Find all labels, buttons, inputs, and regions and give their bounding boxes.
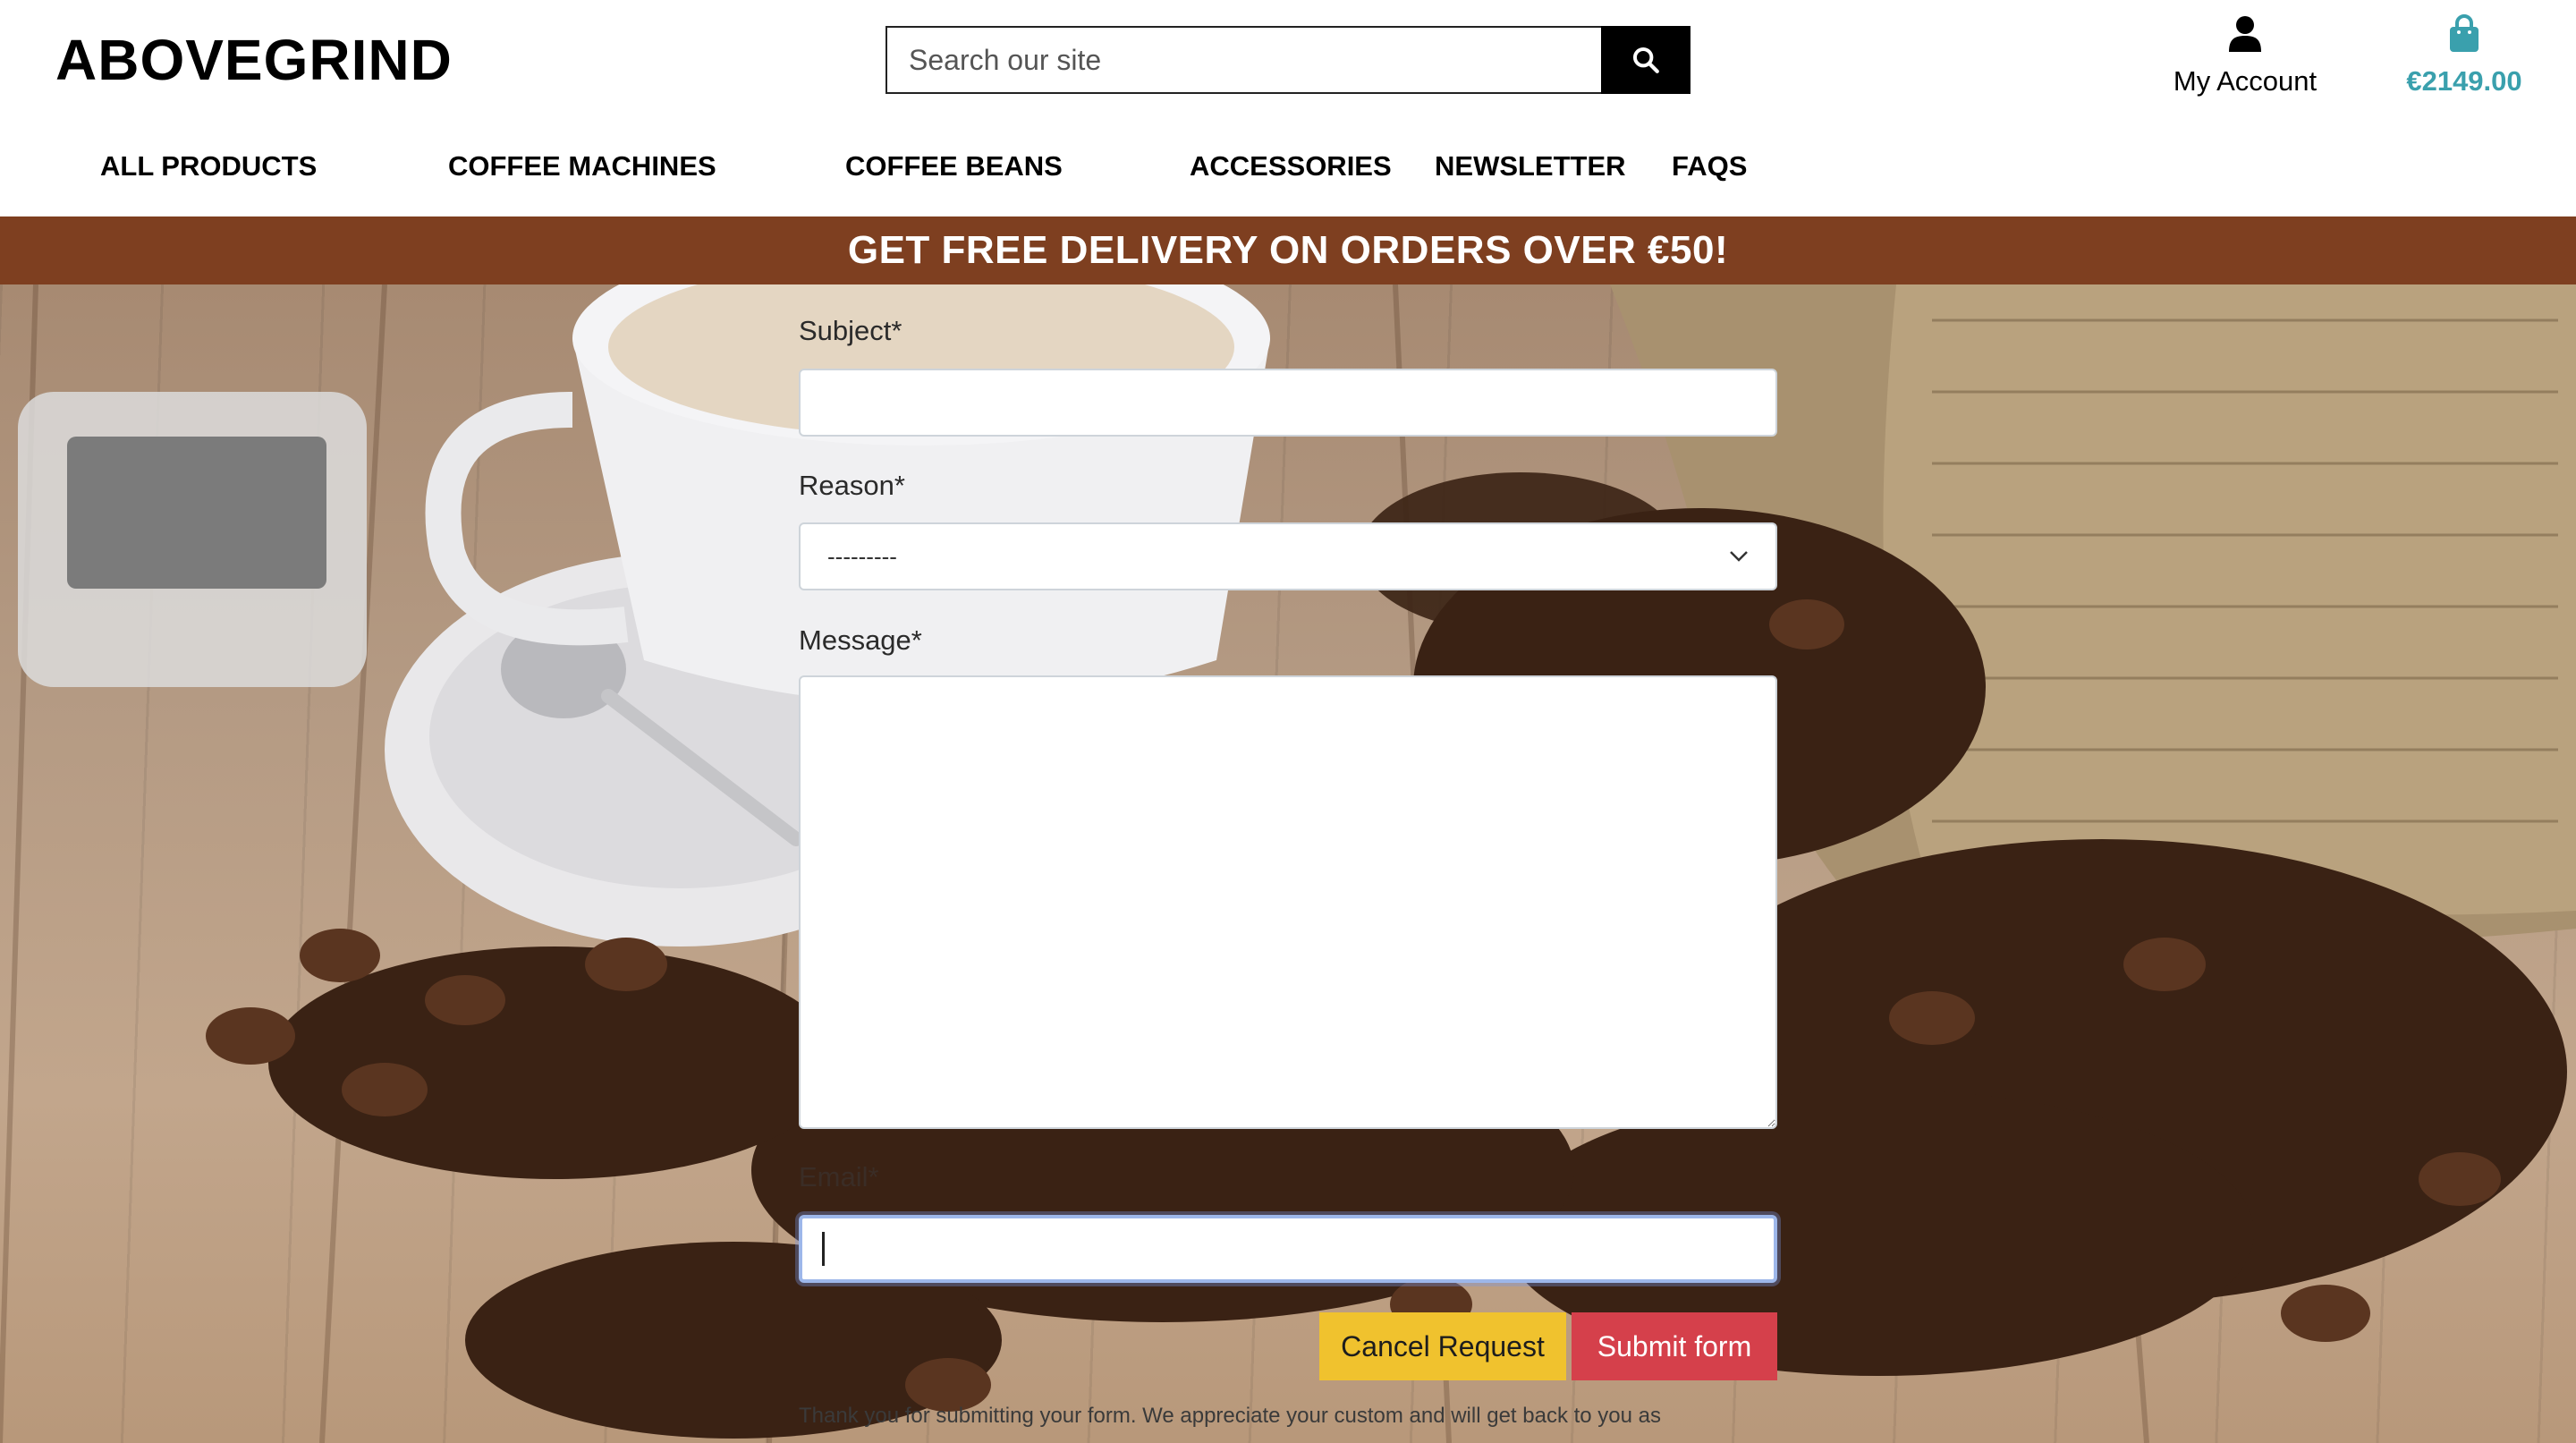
promo-banner: GET FREE DELIVERY ON ORDERS OVER €50!: [0, 216, 2576, 284]
my-account-label: My Account: [2173, 65, 2318, 97]
text-cursor: [822, 1232, 825, 1266]
site-logo[interactable]: ABOVEGRIND: [55, 27, 453, 93]
search-icon: [1632, 47, 1659, 73]
nav-accessories[interactable]: ACCESSORIES: [1190, 150, 1392, 182]
reason-label: Reason*: [799, 470, 905, 501]
nav-coffee-machines[interactable]: COFFEE MACHINES: [448, 150, 716, 182]
reason-select[interactable]: ---------: [799, 522, 1777, 590]
nav-faqs[interactable]: FAQS: [1672, 150, 1747, 182]
message-label: Message*: [799, 624, 922, 656]
user-icon: [2229, 16, 2261, 52]
nav-all-products[interactable]: ALL PRODUCTS: [100, 150, 317, 182]
my-account-link[interactable]: My Account: [2147, 14, 2343, 98]
nav-newsletter[interactable]: NEWSLETTER: [1435, 150, 1626, 182]
cart-total: €2149.00: [2406, 65, 2522, 97]
reason-selected-value: ---------: [827, 542, 897, 570]
search-button[interactable]: [1601, 26, 1690, 94]
nav-coffee-beans[interactable]: COFFEE BEANS: [845, 150, 1063, 182]
submit-form-button[interactable]: Submit form: [1572, 1312, 1777, 1380]
search-input[interactable]: [886, 26, 1601, 94]
chevron-down-icon: [1730, 551, 1748, 562]
shopping-bag-icon: [2450, 14, 2479, 52]
promo-banner-text: GET FREE DELIVERY ON ORDERS OVER €50!: [847, 228, 1729, 272]
shopping-bag-link[interactable]: €2149.00: [2379, 14, 2549, 98]
subject-label: Subject*: [799, 315, 902, 346]
form-thank-you-note: Thank you for submitting your form. We a…: [799, 1404, 1662, 1428]
cancel-request-button[interactable]: Cancel Request: [1319, 1312, 1566, 1380]
main-nav: ALL PRODUCTS COFFEE MACHINES COFFEE BEAN…: [0, 143, 1878, 193]
search-bar: [886, 26, 1690, 94]
message-textarea[interactable]: [799, 675, 1777, 1129]
site-header: ABOVEGRIND My Account €2149.00 ALL PRODU…: [0, 0, 2576, 216]
email-label: Email*: [799, 1161, 879, 1193]
subject-input[interactable]: [799, 369, 1777, 437]
email-input[interactable]: [799, 1215, 1777, 1283]
